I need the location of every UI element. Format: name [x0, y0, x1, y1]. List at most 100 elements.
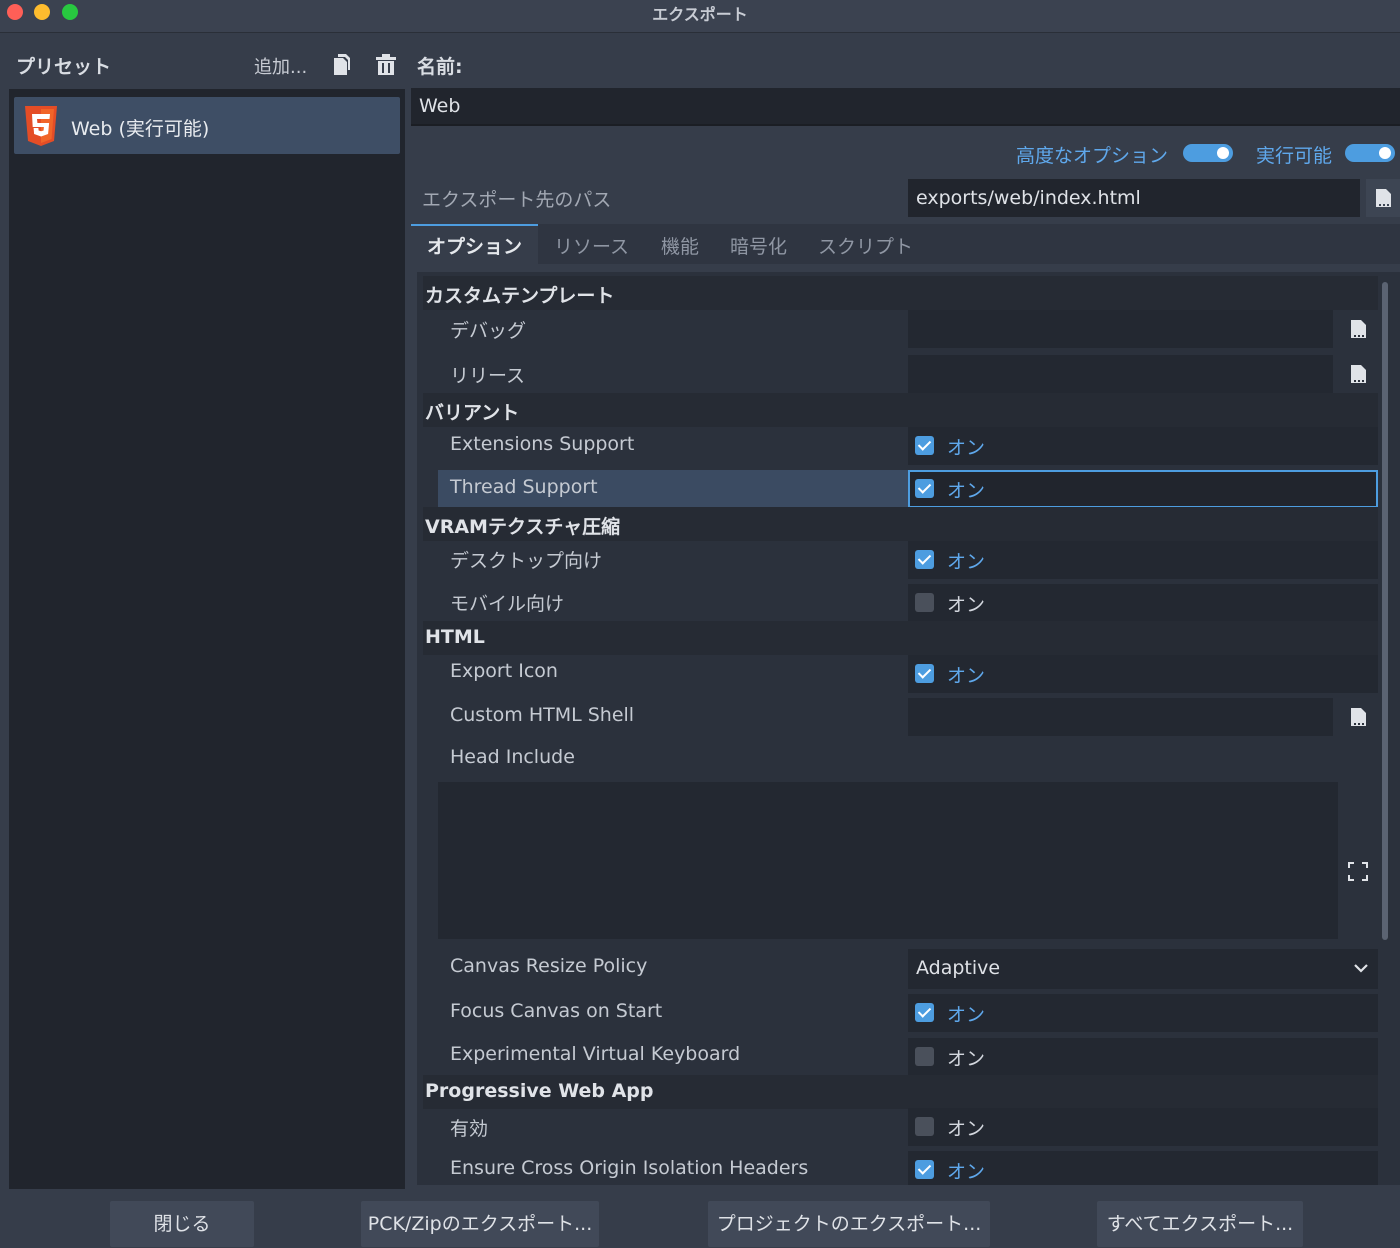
- release-template-label: リリース: [450, 365, 526, 387]
- name-input[interactable]: Web: [411, 88, 1400, 126]
- runnable-toggle[interactable]: [1345, 144, 1395, 162]
- pwa-enabled-checkbox[interactable]: オン: [908, 1108, 1378, 1146]
- section-title: VRAMテクスチャ圧縮: [425, 516, 621, 538]
- inspector-scrollbar[interactable]: [1382, 282, 1388, 940]
- preset-item-label: Web (実行可能): [71, 118, 210, 140]
- presets-label: プリセット: [16, 56, 112, 78]
- on-label: オン: [947, 1048, 986, 1070]
- tab-resources[interactable]: リソース: [554, 232, 629, 259]
- tab-bar: オプション リソース 機能 暗号化 スクリプト: [411, 224, 1400, 264]
- trash-icon[interactable]: [374, 52, 398, 78]
- chevron-down-icon: [1354, 964, 1368, 973]
- focus-canvas-checkbox[interactable]: オン: [908, 994, 1378, 1032]
- export-path-label: エクスポート先のパス: [422, 189, 612, 211]
- export-project-button[interactable]: プロジェクトのエクスポート...: [708, 1201, 990, 1247]
- extensions-support-checkbox[interactable]: オン: [908, 427, 1378, 465]
- on-label: オン: [947, 1004, 986, 1026]
- mobile-checkbox[interactable]: オン: [908, 584, 1378, 622]
- checkbox-icon[interactable]: [915, 593, 934, 612]
- name-label: 名前:: [417, 56, 463, 78]
- close-button[interactable]: 閉じる: [110, 1201, 254, 1247]
- section-vram-compression[interactable]: VRAMテクスチャ圧縮: [423, 507, 1378, 541]
- section-html[interactable]: HTML: [423, 621, 1378, 655]
- preset-list[interactable]: Web (実行可能): [9, 89, 405, 1189]
- tab-encryption[interactable]: 暗号化: [730, 232, 787, 259]
- on-label: オン: [947, 1118, 986, 1140]
- section-title: カスタムテンプレート: [425, 285, 615, 307]
- file-icon: [1351, 320, 1366, 338]
- checkbox-icon[interactable]: [915, 1047, 934, 1066]
- head-include-textarea[interactable]: [438, 782, 1338, 939]
- advanced-options-label: 高度なオプション: [1016, 145, 1169, 167]
- thread-support-checkbox[interactable]: オン: [908, 470, 1378, 508]
- on-label: オン: [947, 551, 986, 573]
- runnable-label: 実行可能: [1256, 145, 1333, 167]
- checkbox-icon[interactable]: [915, 436, 934, 455]
- pwa-enabled-label: 有効: [450, 1118, 489, 1140]
- virtual-keyboard-label: Experimental Virtual Keyboard: [450, 1043, 741, 1065]
- file-icon: [1351, 708, 1366, 726]
- checkbox-icon[interactable]: [915, 1117, 934, 1136]
- export-path-input[interactable]: exports/web/index.html: [908, 179, 1360, 217]
- canvas-resize-policy-value: Adaptive: [916, 957, 1001, 979]
- thread-support-label: Thread Support: [450, 476, 598, 498]
- on-label: オン: [947, 594, 986, 616]
- mobile-label: モバイル向け: [450, 593, 565, 615]
- preset-item-web[interactable]: Web (実行可能): [14, 97, 400, 154]
- export-all-button[interactable]: すべてエクスポート...: [1097, 1201, 1303, 1247]
- tab-scripts[interactable]: スクリプト: [818, 232, 913, 259]
- checkbox-icon[interactable]: [915, 479, 934, 498]
- on-label: オン: [947, 480, 986, 502]
- section-pwa[interactable]: Progressive Web App: [423, 1075, 1378, 1109]
- tab-options[interactable]: オプション: [427, 232, 522, 259]
- export-icon-checkbox[interactable]: オン: [908, 655, 1378, 693]
- export-path-value: exports/web/index.html: [916, 187, 1141, 209]
- on-label: オン: [947, 1161, 986, 1183]
- html5-icon: [23, 105, 59, 147]
- custom-html-shell-field[interactable]: [908, 698, 1333, 736]
- release-template-browse-button[interactable]: [1339, 355, 1377, 393]
- canvas-resize-policy-select[interactable]: Adaptive: [908, 949, 1378, 989]
- on-label: オン: [947, 665, 986, 687]
- file-icon: [1351, 365, 1366, 383]
- checkbox-icon[interactable]: [915, 1160, 934, 1179]
- checkbox-icon[interactable]: [915, 550, 934, 569]
- head-include-label: Head Include: [450, 746, 575, 768]
- coi-headers-checkbox[interactable]: オン: [908, 1151, 1378, 1185]
- advanced-options-toggle[interactable]: [1183, 144, 1233, 162]
- custom-html-shell-label: Custom HTML Shell: [450, 704, 635, 726]
- debug-template-browse-button[interactable]: [1339, 310, 1377, 348]
- expand-icon: [1348, 862, 1368, 881]
- file-icon: [1376, 189, 1391, 207]
- custom-html-shell-browse-button[interactable]: [1339, 698, 1377, 736]
- export-pck-zip-button[interactable]: PCK/Zipのエクスポート...: [361, 1201, 599, 1247]
- section-title: バリアント: [425, 402, 520, 424]
- release-template-field[interactable]: [908, 355, 1333, 393]
- on-label: オン: [947, 437, 986, 459]
- desktop-checkbox[interactable]: オン: [908, 541, 1378, 579]
- coi-headers-label: Ensure Cross Origin Isolation Headers: [450, 1157, 809, 1179]
- section-custom-template[interactable]: カスタムテンプレート: [423, 276, 1378, 310]
- window-title: エクスポート: [652, 5, 748, 24]
- section-variant[interactable]: バリアント: [423, 393, 1378, 427]
- canvas-resize-policy-label: Canvas Resize Policy: [450, 955, 648, 977]
- section-title: Progressive Web App: [425, 1080, 654, 1102]
- debug-template-label: デバッグ: [450, 320, 527, 342]
- checkbox-icon[interactable]: [915, 664, 934, 683]
- virtual-keyboard-checkbox[interactable]: オン: [908, 1038, 1378, 1076]
- checkbox-icon[interactable]: [915, 1003, 934, 1022]
- export-icon-label: Export Icon: [450, 660, 558, 682]
- tab-features[interactable]: 機能: [661, 232, 699, 259]
- focus-canvas-label: Focus Canvas on Start: [450, 1000, 663, 1022]
- duplicate-icon[interactable]: [330, 52, 354, 78]
- expand-textarea-button[interactable]: [1338, 782, 1378, 939]
- options-inspector[interactable]: カスタムテンプレート デバッグ リリース バリアント Extensions Su…: [417, 272, 1400, 1185]
- name-value: Web: [419, 95, 461, 117]
- extensions-support-label: Extensions Support: [450, 433, 635, 455]
- window-titlebar: エクスポート: [0, 0, 1400, 33]
- browse-path-button[interactable]: [1366, 179, 1400, 217]
- add-preset-button[interactable]: 追加...: [254, 53, 307, 79]
- desktop-label: デスクトップ向け: [450, 550, 603, 572]
- debug-template-field[interactable]: [908, 310, 1333, 348]
- section-title: HTML: [425, 626, 485, 648]
